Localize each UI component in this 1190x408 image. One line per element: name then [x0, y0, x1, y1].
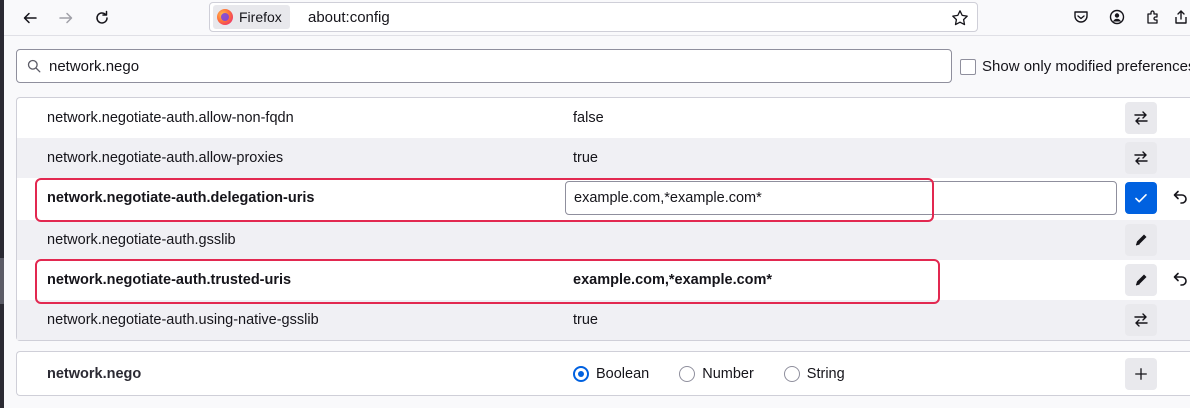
pocket-button[interactable] — [1070, 6, 1092, 28]
pref-type-radio-group: Boolean Number String — [573, 366, 875, 382]
show-modified-checkbox[interactable] — [960, 58, 976, 75]
radio-number[interactable]: Number — [679, 366, 754, 382]
browser-toolbar: Firefox about:config — [4, 0, 1190, 36]
pref-name: network.negotiate-auth.allow-proxies — [47, 150, 284, 166]
search-field[interactable] — [16, 49, 952, 83]
radio-button-string[interactable] — [783, 366, 800, 382]
search-input[interactable] — [49, 56, 929, 76]
share-button[interactable] — [1170, 6, 1190, 28]
add-button[interactable] — [1125, 358, 1157, 390]
pref-value: true — [573, 150, 598, 166]
pref-name: network.negotiate-auth.using-native-gssl… — [47, 312, 319, 328]
check-icon — [1135, 194, 1147, 203]
account-button[interactable] — [1106, 6, 1128, 28]
radio-label-number: Number — [702, 366, 754, 382]
toggle-arrows-icon — [1134, 111, 1148, 125]
radio-button-boolean[interactable] — [573, 366, 589, 382]
pref-row: network.negotiate-auth.gsslib — [17, 220, 1190, 260]
arrow-left-icon — [23, 12, 37, 24]
pencil-icon — [1135, 234, 1147, 246]
pref-value-input[interactable] — [565, 181, 1117, 215]
share-icon — [1175, 10, 1187, 24]
show-modified-toggle[interactable]: Show only modified preferences — [960, 58, 1190, 75]
pocket-icon — [1074, 11, 1088, 23]
puzzle-icon — [1147, 10, 1158, 24]
pref-row-editing: network.negotiate-auth.delegation-uris — [17, 178, 1190, 218]
pref-value: true — [573, 312, 598, 328]
pref-name: network.negotiate-auth.gsslib — [47, 232, 236, 248]
add-preference-row: network.nego Boolean Number String — [16, 351, 1190, 396]
arrow-right-icon — [59, 12, 73, 24]
star-icon[interactable] — [951, 9, 969, 27]
reload-icon — [96, 10, 108, 24]
pref-name: network.negotiate-auth.delegation-uris — [47, 190, 315, 206]
pref-row: network.negotiate-auth.trusted-uris exam… — [17, 260, 1190, 300]
toggle-button[interactable] — [1125, 142, 1157, 174]
plus-icon — [1135, 368, 1147, 380]
account-icon — [1109, 9, 1125, 25]
identity-label: Firefox — [239, 9, 282, 25]
toggle-arrows-icon — [1134, 313, 1148, 327]
edit-button[interactable] — [1125, 224, 1157, 256]
pref-value: false — [573, 110, 604, 126]
toggle-button[interactable] — [1125, 102, 1157, 134]
toggle-arrows-icon — [1134, 151, 1148, 165]
save-button[interactable] — [1125, 182, 1157, 214]
strip-marker — [0, 258, 4, 304]
new-pref-name: network.nego — [47, 366, 142, 382]
pref-row: network.negotiate-auth.using-native-gssl… — [17, 300, 1190, 340]
pref-row: network.negotiate-auth.allow-non-fqdn fa… — [17, 98, 1190, 138]
radio-boolean[interactable]: Boolean — [573, 366, 649, 382]
pencil-icon — [1135, 274, 1147, 286]
pref-value: example.com,*example.com* — [573, 272, 773, 288]
firefox-logo-icon — [217, 9, 233, 25]
pref-name: network.negotiate-auth.allow-non-fqdn — [47, 110, 294, 126]
undo-icon[interactable] — [1171, 188, 1189, 206]
url-text[interactable]: about:config — [308, 9, 390, 26]
pref-name: network.negotiate-auth.trusted-uris — [47, 272, 292, 288]
edit-button[interactable] — [1125, 264, 1157, 296]
left-window-strip — [0, 0, 4, 408]
radio-label-boolean: Boolean — [596, 366, 650, 382]
forward-button[interactable] — [52, 4, 80, 32]
radio-button-number[interactable] — [679, 366, 696, 382]
show-modified-label: Show only modified preferences — [982, 58, 1190, 75]
identity-box[interactable]: Firefox — [213, 5, 290, 29]
reload-button[interactable] — [88, 4, 116, 32]
radio-label-string: String — [806, 366, 845, 382]
search-icon — [27, 59, 41, 73]
back-button[interactable] — [16, 4, 44, 32]
extensions-button[interactable] — [1142, 6, 1164, 28]
pref-row: network.negotiate-auth.allow-proxies tru… — [17, 138, 1190, 178]
toggle-button[interactable] — [1125, 304, 1157, 336]
preferences-table: network.negotiate-auth.allow-non-fqdn fa… — [16, 97, 1190, 341]
url-bar[interactable]: Firefox about:config — [209, 2, 978, 32]
radio-string[interactable]: String — [783, 366, 845, 382]
undo-icon[interactable] — [1171, 270, 1189, 288]
